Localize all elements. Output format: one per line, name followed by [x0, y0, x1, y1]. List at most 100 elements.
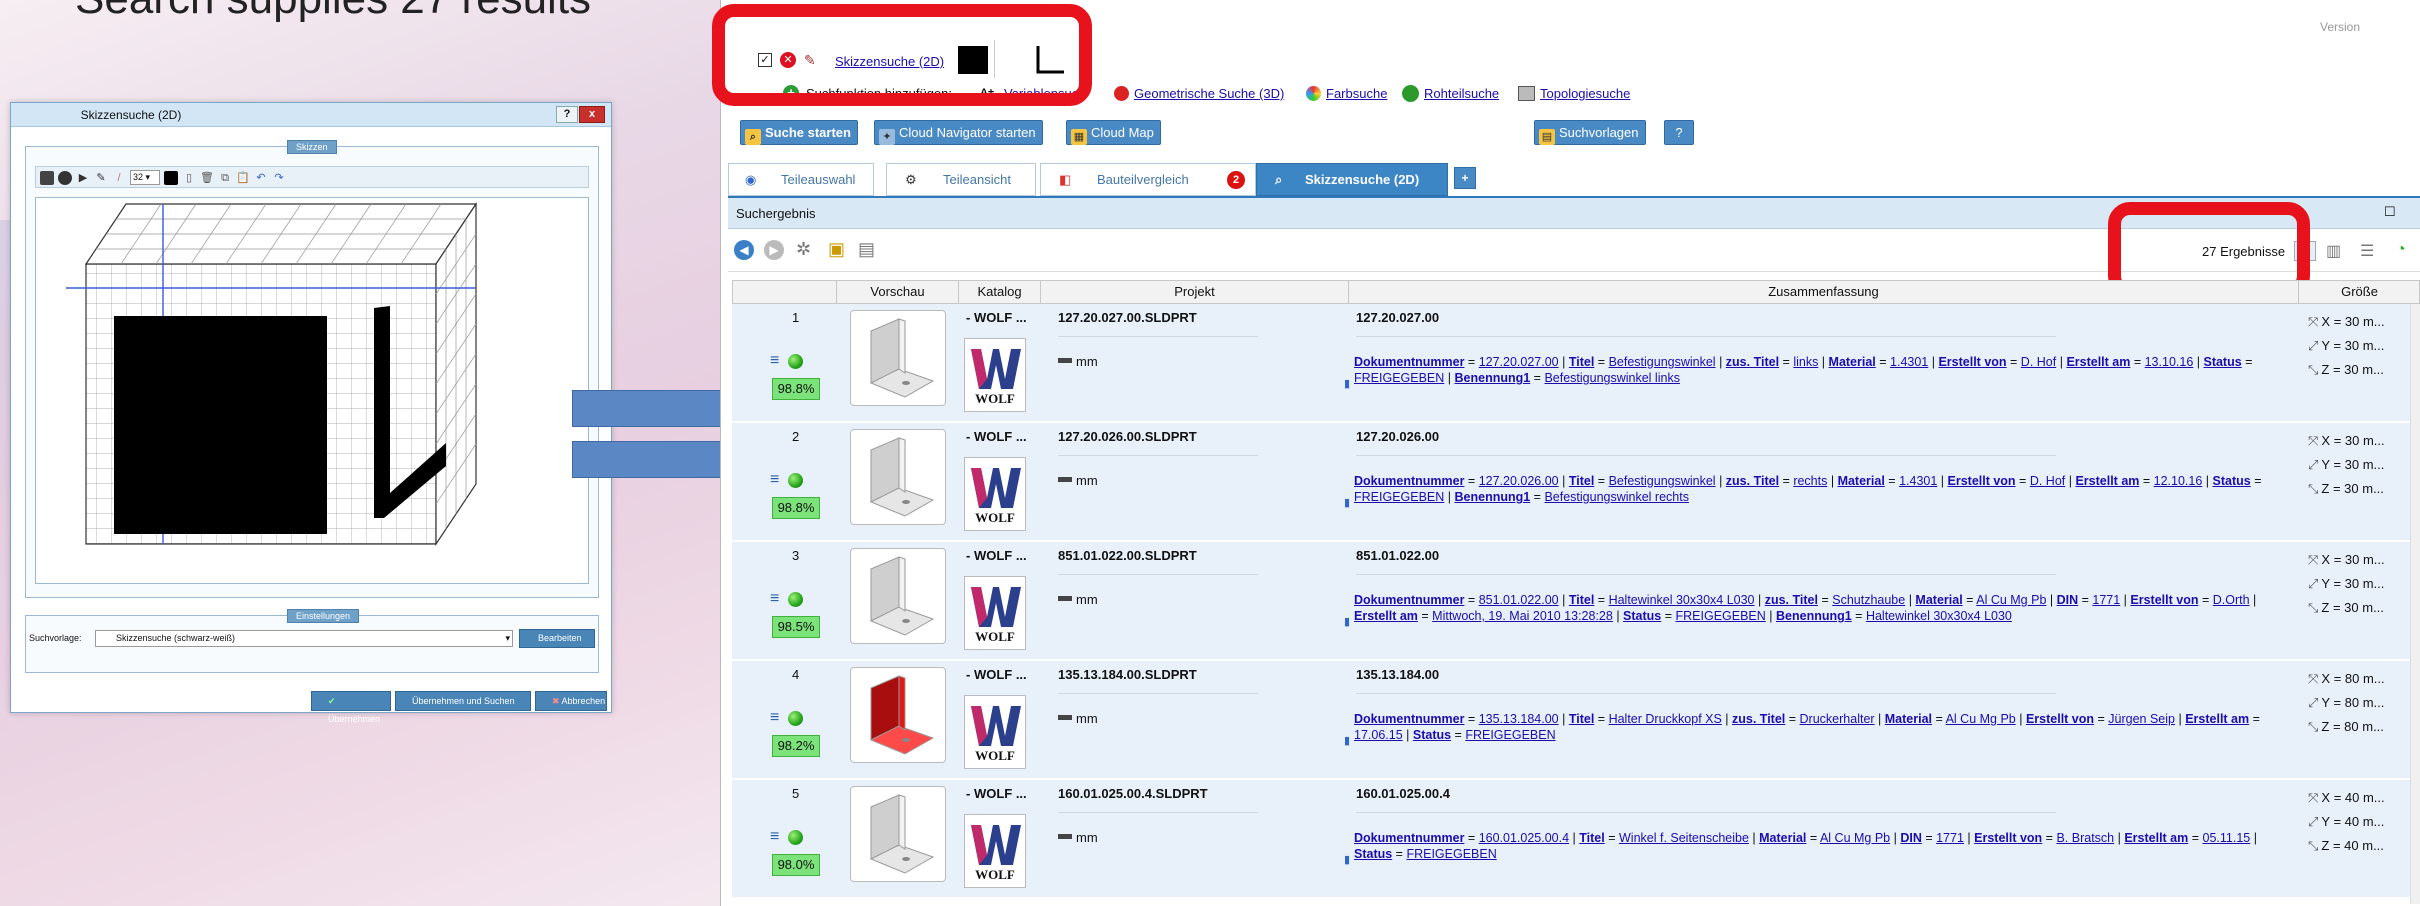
color-search-link[interactable]: Farbsuche — [1326, 86, 1387, 101]
summary-value[interactable]: 851.01.022.00 — [1479, 593, 1559, 607]
summary-key[interactable]: Dokumentnummer — [1354, 355, 1464, 369]
summary-key[interactable]: Titel — [1579, 831, 1604, 845]
help-button[interactable]: ? — [1664, 120, 1694, 145]
summary-key[interactable]: Erstellt von — [2026, 712, 2094, 726]
start-search-button[interactable]: ⌕ Suche starten — [740, 120, 858, 145]
summary-value[interactable]: Al Cu Mg Pb — [1976, 593, 2046, 607]
summary-key[interactable]: DIN — [1900, 831, 1922, 845]
summary-key[interactable]: Status — [2203, 355, 2241, 369]
results-scrollbar[interactable] — [2410, 304, 2420, 904]
back-icon[interactable]: ◀ — [734, 240, 754, 260]
summary-key[interactable]: Dokumentnummer — [1354, 712, 1464, 726]
summary-key[interactable]: Titel — [1569, 355, 1594, 369]
summary-key[interactable]: Benennung1 — [1776, 609, 1852, 623]
summary-key[interactable]: Status — [1354, 847, 1392, 861]
summary-key[interactable]: Dokumentnummer — [1354, 593, 1464, 607]
summary-value[interactable]: rechts — [1793, 474, 1827, 488]
summary-value[interactable]: FREIGEGEBEN — [1354, 490, 1444, 504]
eraser-icon[interactable]: ▯ — [182, 171, 196, 185]
summary-value[interactable]: Schutzhaube — [1832, 593, 1905, 607]
col-zusammenfassung[interactable]: Zusammenfassung — [1349, 281, 2299, 303]
summary-value[interactable]: FREIGEGEBEN — [1354, 371, 1444, 385]
summary-value[interactable]: 127.20.027.00 — [1479, 355, 1559, 369]
summary-key[interactable]: zus. Titel — [1732, 712, 1785, 726]
part-preview[interactable] — [850, 786, 946, 882]
detail-view-icon[interactable]: ▥ — [2326, 241, 2341, 261]
summary-key[interactable]: DIN — [2057, 593, 2079, 607]
table-row[interactable]: 4 ≡ 98.2% - WOLF ... WOLF 135.13.184.00.SLDPR… — [732, 661, 2420, 780]
search-templates-button[interactable]: ▤ Suchvorlagen — [1534, 120, 1646, 145]
topology-search-link[interactable]: Topologiesuche — [1540, 86, 1630, 101]
part-preview[interactable] — [850, 667, 946, 763]
summary-value[interactable]: FREIGEGEBEN — [1676, 609, 1766, 623]
summary-value[interactable]: B. Bratsch — [2056, 831, 2114, 845]
paste-icon[interactable]: 📋 — [236, 171, 250, 185]
summary-key[interactable]: Titel — [1569, 712, 1594, 726]
summary-value[interactable]: 05.11.15 — [2203, 831, 2251, 845]
summary-key[interactable]: Benennung1 — [1455, 371, 1531, 385]
summary-key[interactable]: Status — [1623, 609, 1661, 623]
delete-icon[interactable]: 🗑 — [200, 171, 214, 185]
cancel-button[interactable]: ✖ Abbrechen — [535, 691, 607, 711]
summary-value[interactable]: D. Hof — [2030, 474, 2065, 488]
tree-view-icon[interactable]: ☰ — [2360, 241, 2374, 261]
summary-value[interactable]: FREIGEGEBEN — [1465, 728, 1555, 742]
summary-value[interactable]: 1771 — [1936, 831, 1964, 845]
summary-key[interactable]: Erstellt am — [2066, 355, 2130, 369]
summary-key[interactable]: Erstellt von — [1974, 831, 2042, 845]
col-vorschau[interactable]: Vorschau — [837, 281, 959, 303]
summary-key[interactable]: Material — [1838, 474, 1885, 488]
summary-value[interactable]: Halter Druckkopf XS — [1609, 712, 1722, 726]
redo-icon[interactable]: ↷ — [272, 171, 286, 185]
summary-value[interactable]: 13.10.16 — [2145, 355, 2194, 369]
summary-key[interactable]: Erstellt von — [1938, 355, 2006, 369]
summary-key[interactable]: zus. Titel — [1765, 593, 1818, 607]
summary-key[interactable]: Titel — [1569, 593, 1594, 607]
table-row[interactable]: 2 ≡ 98.8% - WOLF ... WOLF 127.20.026.00.SLDPR… — [732, 423, 2420, 542]
summary-key[interactable]: Titel — [1569, 474, 1594, 488]
summary-value[interactable]: 1.4301 — [1890, 355, 1928, 369]
export-icon[interactable]: ▤ — [858, 239, 875, 260]
table-row[interactable]: 5 ≡ 98.0% - WOLF ... WOLF 160.01.025.00.4.SLD… — [732, 780, 2420, 899]
summary-value[interactable]: Befestigungswinkel — [1609, 355, 1716, 369]
row-menu-icon[interactable]: ≡ — [770, 828, 779, 846]
row-menu-icon[interactable]: ≡ — [770, 352, 779, 370]
undo-icon[interactable]: ↶ — [254, 171, 268, 185]
table-row[interactable]: 3 ≡ 98.5% - WOLF ... WOLF 851.01.022.00.SLDPR… — [732, 542, 2420, 661]
summary-value[interactable]: 17.06.15 — [1354, 728, 1403, 742]
summary-value[interactable]: 160.01.025.00.4 — [1479, 831, 1569, 845]
cloud-map-button[interactable]: ▦ Cloud Map — [1066, 120, 1161, 145]
summary-key[interactable]: Erstellt von — [1948, 474, 2016, 488]
summary-value[interactable]: Al Cu Mg Pb — [1820, 831, 1890, 845]
pencil-icon[interactable]: / — [112, 171, 126, 185]
summary-value[interactable]: D. Hof — [2021, 355, 2056, 369]
part-preview[interactable] — [850, 548, 946, 644]
rectangle-tool-icon[interactable] — [40, 171, 54, 185]
geometric-search-link[interactable]: Geometrische Suche (3D) — [1134, 86, 1284, 101]
summary-key[interactable]: Material — [1915, 593, 1962, 607]
summary-value[interactable]: Befestigungswinkel rechts — [1544, 490, 1689, 504]
rawpart-search-link[interactable]: Rohteilsuche — [1424, 86, 1499, 101]
summary-value[interactable]: Befestigungswinkel — [1609, 474, 1716, 488]
dialog-close-button[interactable]: x — [579, 106, 605, 123]
sketch-canvas[interactable] — [35, 197, 589, 584]
row-menu-icon[interactable]: ≡ — [770, 709, 779, 727]
copy-icon[interactable]: ⧉ — [218, 171, 232, 185]
apply-and-search-button[interactable]: Übernehmen und Suchen — [395, 691, 531, 711]
summary-value[interactable]: Jürgen Seip — [2108, 712, 2175, 726]
summary-key[interactable]: zus. Titel — [1726, 355, 1779, 369]
part-preview[interactable] — [850, 429, 946, 525]
summary-value[interactable]: Haltewinkel 30x30x4 L030 — [1866, 609, 2012, 623]
dialog-help-button[interactable]: ? — [556, 106, 578, 123]
summary-value[interactable]: Mittwoch, 19. Mai 2010 13:28:28 — [1432, 609, 1613, 623]
part-preview[interactable] — [850, 310, 946, 406]
summary-key[interactable]: Material — [1885, 712, 1932, 726]
summary-key[interactable]: zus. Titel — [1726, 474, 1779, 488]
edit-template-button[interactable]: Bearbeiten — [519, 629, 595, 648]
summary-value[interactable]: D.Orth — [2213, 593, 2250, 607]
summary-value[interactable]: Befestigungswinkel links — [1544, 371, 1680, 385]
chart-icon[interactable]: ◔ — [2396, 241, 2406, 259]
suchvorlage-select[interactable]: Skizzensuche (schwarz-weiß) ▾ — [95, 630, 513, 647]
freehand-tool-icon[interactable]: ✎ — [94, 171, 108, 185]
row-menu-icon[interactable]: ≡ — [770, 471, 779, 489]
